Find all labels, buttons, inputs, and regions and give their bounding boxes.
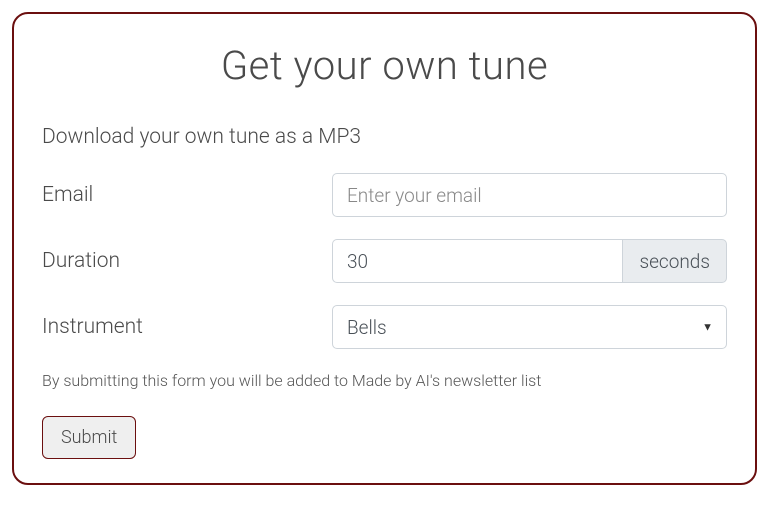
duration-control: seconds [332,239,727,283]
duration-unit: seconds [622,239,727,283]
email-label: Email [42,183,332,207]
duration-input-group: seconds [332,239,727,283]
instrument-select-wrap: Bells ▼ [332,305,727,349]
subtitle: Download your own tune as a MP3 [42,125,727,149]
duration-row: Duration seconds [42,239,727,283]
instrument-row: Instrument Bells ▼ [42,305,727,349]
instrument-label: Instrument [42,315,332,339]
form-card: Get your own tune Download your own tune… [12,12,757,485]
duration-label: Duration [42,249,332,273]
email-field[interactable] [332,173,727,217]
email-row: Email [42,173,727,217]
instrument-select[interactable]: Bells [332,305,727,349]
submit-button[interactable]: Submit [42,416,136,459]
page-title: Get your own tune [42,42,727,89]
disclaimer-text: By submitting this form you will be adde… [42,371,727,390]
email-control [332,173,727,217]
duration-field[interactable] [332,239,622,283]
instrument-control: Bells ▼ [332,305,727,349]
